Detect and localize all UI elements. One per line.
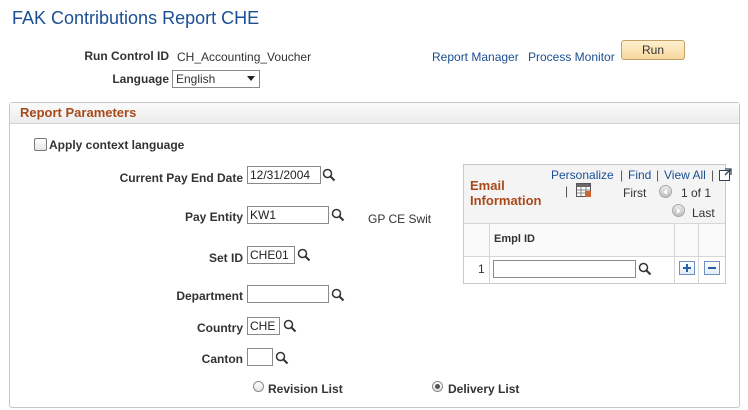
- next-row-icon[interactable]: [672, 204, 685, 217]
- delivery-list-label: Delivery List: [448, 382, 520, 396]
- pay-entity-description: GP CE Swit: [368, 212, 432, 226]
- set-id-input[interactable]: CHE01: [247, 246, 295, 264]
- delete-row-button[interactable]: [704, 261, 720, 275]
- apply-context-language-checkbox[interactable]: [34, 138, 47, 151]
- grid-title-line2: Information: [470, 193, 542, 208]
- search-icon[interactable]: [638, 262, 652, 276]
- current-pay-end-date-label: Current Pay End Date: [119, 171, 243, 185]
- grid-title-line1: Email: [470, 178, 505, 193]
- language-select-value: English: [176, 72, 216, 86]
- revision-list-label: Revision List: [268, 382, 343, 396]
- run-button[interactable]: Run: [621, 40, 685, 60]
- delivery-list-radio[interactable]: [432, 381, 443, 392]
- empl-id-column-header: Empl ID: [494, 233, 535, 245]
- grid-separator: |: [565, 184, 569, 198]
- language-label: Language: [112, 72, 169, 86]
- apply-context-language-label: Apply context language: [49, 138, 185, 152]
- minus-icon: [708, 267, 716, 269]
- find-link[interactable]: Find: [628, 168, 651, 182]
- grid-separator: |: [620, 168, 624, 182]
- page-title: FAK Contributions Report CHE: [12, 8, 260, 28]
- plus-icon-stroke: [686, 264, 688, 272]
- set-id-label: Set ID: [208, 251, 243, 265]
- country-input[interactable]: CHE: [247, 317, 280, 335]
- row-number: 1: [478, 262, 485, 276]
- language-select[interactable]: English: [172, 70, 260, 88]
- process-monitor-link[interactable]: Process Monitor: [528, 50, 615, 64]
- country-label: Country: [197, 321, 243, 335]
- report-parameters-title: Report Parameters: [20, 105, 137, 120]
- first-label: First: [623, 186, 647, 200]
- grid-divider: [698, 224, 699, 283]
- search-icon[interactable]: [275, 351, 289, 365]
- add-row-button[interactable]: [679, 261, 695, 275]
- search-icon[interactable]: [283, 319, 297, 333]
- department-label: Department: [176, 289, 243, 303]
- grid-divider: [489, 224, 490, 283]
- current-pay-end-date-input[interactable]: 12/31/2004: [247, 166, 321, 184]
- chevron-down-icon: [247, 76, 255, 81]
- report-manager-link[interactable]: Report Manager: [432, 50, 519, 64]
- run-control-label: Run Control ID: [84, 49, 169, 63]
- grid-separator: |: [656, 168, 660, 182]
- zoom-icon[interactable]: [719, 168, 732, 181]
- search-icon[interactable]: [331, 288, 345, 302]
- last-label: Last: [692, 206, 715, 220]
- pay-entity-label: Pay Entity: [184, 210, 243, 224]
- department-input[interactable]: [247, 285, 329, 303]
- search-icon[interactable]: [322, 168, 336, 182]
- canton-input[interactable]: [247, 348, 273, 366]
- empl-id-input[interactable]: [493, 260, 636, 278]
- pay-entity-input[interactable]: KW1: [247, 206, 329, 224]
- previous-row-icon[interactable]: [659, 185, 672, 198]
- view-all-link[interactable]: View All: [664, 168, 706, 182]
- download-to-spreadsheet-icon[interactable]: [576, 183, 592, 198]
- grid-divider: [674, 224, 675, 283]
- revision-list-radio[interactable]: [253, 381, 264, 392]
- personalize-link[interactable]: Personalize: [551, 168, 614, 182]
- search-icon[interactable]: [297, 248, 311, 262]
- run-control-value: CH_Accounting_Voucher: [177, 50, 312, 64]
- page-info: 1 of 1: [681, 186, 712, 200]
- search-icon[interactable]: [331, 208, 345, 222]
- canton-label: Canton: [201, 352, 243, 366]
- grid-separator: |: [711, 168, 715, 182]
